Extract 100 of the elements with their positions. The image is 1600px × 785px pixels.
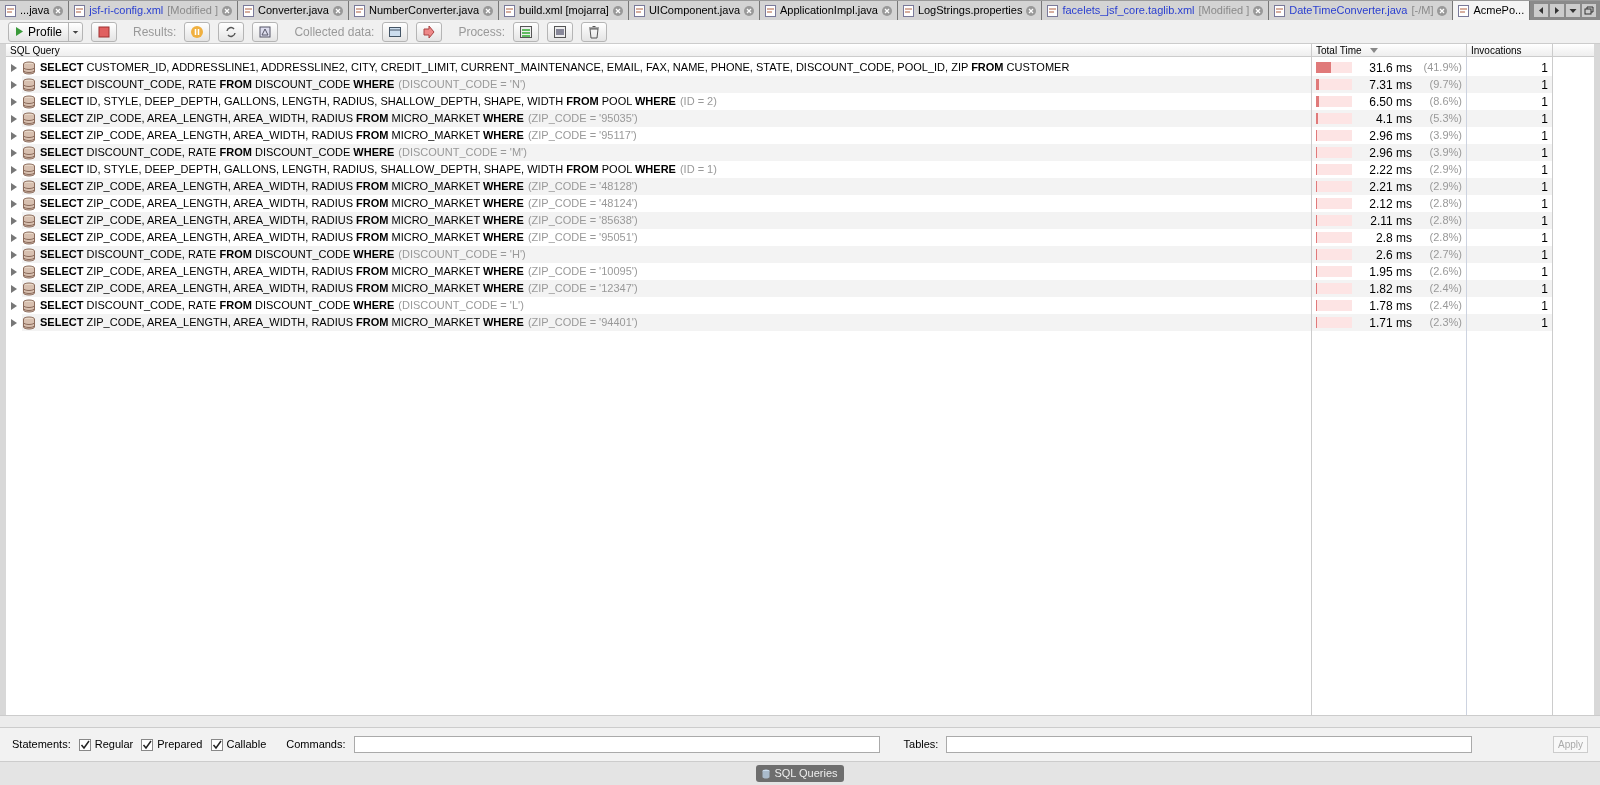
close-icon[interactable] [333,5,343,16]
time-value: 31.6 ms [1368,59,1412,77]
tab-label: facelets_jsf_core.taglib.xml [1062,3,1195,19]
refresh-button[interactable] [218,21,245,42]
column-header[interactable]: Total Time [1312,44,1467,56]
editor-tab[interactable]: Converter.java [238,1,349,20]
query-cell[interactable]: SELECT ZIP_CODE, AREA_LENGTH, AREA_WIDTH, RADIUS FROM MICRO_MARKET WHERE (ZIP_CODE = '48128') [22,178,1311,195]
time-percent: (2.9%) [1428,162,1462,178]
time-value: 1.95 ms [1368,263,1412,281]
editor-tab[interactable]: DateTimeConverter.java [-/M] [1269,1,1454,20]
tab-note: [Modified ] [167,3,219,19]
pause-icon [190,24,205,39]
sql-statement: SELECT CUSTOMER_ID, ADDRESSLINE1, ADDRESSLINE2, CITY, CREDIT_LIMIT, CURRENT_MAINTENANCE, EMAIL, FAX, NAME, PHONE, STATE, DISCOUNT_CODE, POOL_ID, ZIP FROM CUSTOMER [40,60,1070,76]
editor-tab[interactable]: LogStrings.properties [897,1,1043,20]
database-icon [22,247,36,262]
close-icon[interactable] [612,5,623,16]
check-icon [211,739,222,750]
tab-label: LogStrings.properties [917,3,1023,19]
query-cell[interactable]: SELECT ZIP_CODE, AREA_LENGTH, AREA_WIDTH, RADIUS FROM MICRO_MARKET WHERE (ZIP_CODE = '94401') [22,314,1311,331]
invocations-value: 1 [1541,263,1548,281]
file-icon [354,4,365,17]
time-percent: (2.4%) [1428,298,1462,314]
close-icon[interactable] [881,5,892,16]
invocations-value: 1 [1541,93,1548,111]
tables-field[interactable] [946,736,1473,753]
invocations-value: 1 [1541,212,1548,230]
sql-condition: (ZIP_CODE = '48128') [527,179,638,195]
file-icon [243,4,255,17]
snapshot-button[interactable] [252,21,279,42]
close-icon[interactable] [1026,5,1037,16]
window-button[interactable] [382,21,409,42]
editor-tab[interactable]: build.xml [mojarra] [499,1,629,20]
check-icon [79,739,90,750]
invocations-value: 1 [1541,110,1548,128]
database-icon [22,128,36,143]
query-cell[interactable]: SELECT ZIP_CODE, AREA_LENGTH, AREA_WIDTH, RADIUS FROM MICRO_MARKET WHERE (ZIP_CODE = '12347') [22,280,1311,297]
column-header[interactable]: Invocations [1467,44,1553,56]
editor-tab[interactable]: jsf-ri-config.xml [Modified ] [69,1,239,20]
close-icon[interactable] [222,5,233,16]
trash-button[interactable] [581,21,608,42]
time-value: 2.8 ms [1375,229,1412,247]
scroll-left-icon[interactable] [1534,4,1548,17]
column-header[interactable]: SQL Query [6,44,1312,56]
stop-icon [97,24,111,39]
database-icon [762,768,771,779]
collected-data-label: Collected data: [294,23,375,41]
checkbox-label: Callable [226,737,267,753]
query-cell[interactable]: SELECT DISCOUNT_CODE, RATE FROM DISCOUNT_CODE WHERE (DISCOUNT_CODE = 'M') [22,144,1311,161]
database-icon [22,77,36,92]
panel-icon [553,24,568,39]
close-icon[interactable] [744,5,755,16]
invocations-value: 1 [1541,314,1548,332]
sql-statement: SELECT DISCOUNT_CODE, RATE FROM DISCOUNT_CODE WHERE [40,298,395,314]
time-value: 2.96 ms [1368,127,1412,145]
close-icon[interactable] [483,5,494,16]
close-icon[interactable] [1253,5,1264,16]
sql-statement: SELECT ZIP_CODE, AREA_LENGTH, AREA_WIDTH, RADIUS FROM MICRO_MARKET WHERE [40,315,524,331]
checkbox[interactable] [78,738,91,751]
editor-tab[interactable]: ApplicationImpl.java [760,1,898,20]
invocations-value: 1 [1541,127,1548,145]
restore-window-icon[interactable] [1582,4,1596,17]
editor-tab[interactable]: NumberConverter.java [349,1,500,20]
file-icon [504,4,516,17]
threads-button[interactable] [513,21,540,42]
results-label: Results: [133,23,177,41]
query-cell[interactable]: SELECT DISCOUNT_CODE, RATE FROM DISCOUNT_CODE WHERE (DISCOUNT_CODE = 'N') [22,76,1311,93]
close-icon[interactable] [53,5,64,16]
query-cell[interactable]: SELECT ZIP_CODE, AREA_LENGTH, AREA_WIDTH, RADIUS FROM MICRO_MARKET WHERE (ZIP_CODE = '95035') [22,110,1311,127]
checkbox[interactable] [141,738,154,751]
sql-statement: SELECT DISCOUNT_CODE, RATE FROM DISCOUNT_CODE WHERE [40,77,395,93]
file-icon [902,4,914,17]
time-percent: (5.3%) [1428,111,1462,127]
time-value: 2.12 ms [1368,195,1412,213]
checkbox[interactable] [210,738,223,751]
close-icon[interactable] [1437,5,1448,16]
time-percent: (2.3%) [1428,315,1462,331]
tab-label: jsf-ri-config.xml [89,3,164,19]
query-cell[interactable]: SELECT ZIP_CODE, AREA_LENGTH, AREA_WIDTH, RADIUS FROM MICRO_MARKET WHERE (ZIP_CODE = '85638') [22,212,1311,229]
editor-tab[interactable]: facelets_jsf_core.taglib.xml [Modified ] [1042,1,1270,20]
invocations-value: 1 [1541,280,1548,298]
database-icon [22,179,36,194]
editor-tab[interactable]: ...java [0,1,70,20]
time-percent: (2.8%) [1428,230,1462,246]
export-button[interactable] [416,21,443,42]
time-percent: (2.9%) [1428,179,1462,195]
editor-tab[interactable]: UIComponent.java [628,1,761,20]
database-icon [22,213,36,228]
scroll-right-icon[interactable] [1550,4,1564,17]
time-value: 2.22 ms [1368,161,1412,179]
play-icon [15,26,24,37]
sql-queries-button[interactable]: SQL Queries [756,765,844,782]
database-icon [22,281,36,296]
heap-button[interactable] [547,21,574,42]
time-percent: (41.9%) [1422,60,1462,76]
dropdown-icon[interactable] [1566,4,1580,17]
query-cell[interactable]: SELECT DISCOUNT_CODE, RATE FROM DISCOUNT_CODE WHERE (DISCOUNT_CODE = 'H') [22,246,1311,263]
stop-button[interactable] [91,21,117,42]
commands-field[interactable] [353,736,880,753]
editor-tab[interactable]: AcmePo... [1453,1,1531,20]
process-label: Process: [458,23,506,41]
